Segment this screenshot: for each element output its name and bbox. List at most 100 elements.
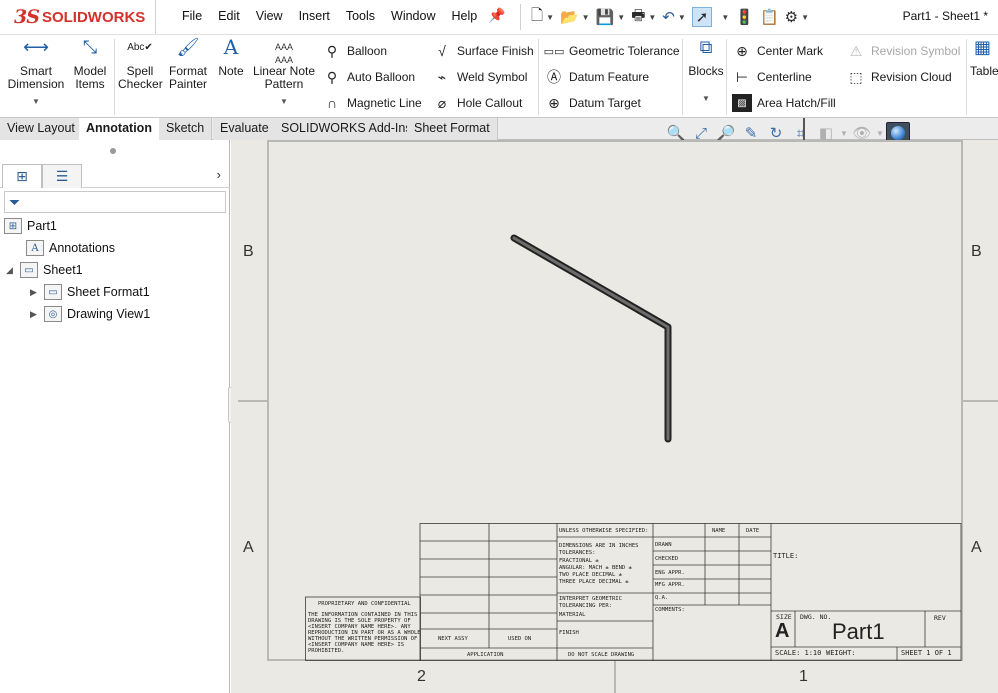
linear-note-pattern-icon: AAA AAA	[274, 42, 293, 65]
chevron-down-icon: ▼	[721, 12, 730, 22]
drawing-view-model[interactable]	[500, 225, 690, 455]
tb-dims: DIMENSIONS ARE IN INCHES	[559, 543, 639, 549]
smart-dimension-icon: ⟷	[23, 37, 49, 57]
spell-check-icon: Abc✔	[127, 42, 153, 53]
tb-dwg-no-label: DWG. NO.	[800, 613, 832, 621]
menu-window[interactable]: Window	[391, 9, 435, 23]
weld-symbol-icon: ⌁	[437, 68, 447, 85]
title-bar: 3S SOLIDWORKS File Edit View Insert Tool…	[0, 0, 998, 34]
pin-menu-icon[interactable]: 📌	[488, 7, 505, 24]
file-properties-button[interactable]: 📋	[760, 8, 779, 26]
new-document-icon: 🗋	[531, 6, 544, 24]
menu-file[interactable]: File	[182, 9, 202, 23]
revision-symbol-button[interactable]: ⚠ Revision Symbol	[846, 42, 961, 60]
weld-symbol-button[interactable]: ⌁ Weld Symbol	[432, 68, 528, 86]
balloon-button[interactable]: ⚲ Balloon	[322, 42, 387, 60]
expand-arrow-icon[interactable]: ▶	[30, 287, 44, 298]
geometric-tolerance-button[interactable]: ▭▭ Geometric Tolerance	[544, 42, 680, 60]
menu-tools[interactable]: Tools	[346, 9, 375, 23]
magnetic-line-button[interactable]: ∩ Magnetic Line	[322, 94, 422, 112]
ribbon-separator	[538, 39, 539, 115]
model-items-button[interactable]: ⤡ Model Items	[70, 38, 110, 91]
tab-view-layout[interactable]: View Layout	[0, 118, 83, 140]
centerline-button[interactable]: ⊢ Centerline	[732, 68, 812, 86]
print-button[interactable]: 🖶 ▼	[631, 5, 656, 30]
property-manager-tab[interactable]: ☰	[42, 164, 82, 188]
chevron-right-icon[interactable]: ›	[217, 167, 221, 182]
undo-button[interactable]: ↶ ▼	[662, 8, 686, 26]
sheet-format-icon: ▭	[44, 284, 62, 300]
tab-solidworks-add-ins[interactable]: SOLIDWORKS Add-Ins	[274, 118, 420, 140]
linear-note-pattern-button[interactable]: AAA AAA Linear Note Pattern ▼	[252, 41, 316, 108]
zone-tick	[614, 661, 616, 693]
tree-item-drawing-view1[interactable]: ▶ ◎ Drawing View1	[30, 306, 150, 322]
area-hatch-button[interactable]: ▨ Area Hatch/Fill	[732, 94, 836, 112]
datum-feature-button[interactable]: Ⓐ Datum Feature	[544, 68, 649, 86]
center-mark-button[interactable]: ⊕ Center Mark	[732, 42, 823, 60]
brand-name: SOLIDWORKS	[41, 8, 146, 26]
traffic-light-icon: 🚦	[735, 9, 754, 26]
tab-evaluate[interactable]: Evaluate	[213, 118, 277, 140]
table-button[interactable]: ▦ Table	[970, 37, 998, 78]
paintbrush-icon: 🖌	[176, 37, 200, 57]
open-button[interactable]: 📂 ▼	[560, 8, 590, 26]
select-dropdown[interactable]: ▼	[718, 13, 729, 22]
tb-three-place: THREE PLACE DECIMAL ±	[559, 579, 629, 585]
menu-view[interactable]: View	[256, 9, 283, 23]
tab-sheet-format[interactable]: Sheet Format	[407, 118, 498, 140]
tb-eng-appr: ENG APPR.	[655, 570, 685, 576]
menu-insert[interactable]: Insert	[299, 9, 330, 23]
model-items-label: Model Items	[73, 64, 107, 91]
chevron-down-icon: ▼	[702, 94, 710, 103]
smart-dimension-label: Smart Dimension	[7, 64, 65, 91]
spell-checker-button[interactable]: Abc✔ Spell Checker	[118, 41, 163, 91]
panel-grip[interactable]	[110, 148, 116, 154]
tree-item-sheet-format1[interactable]: ▶ ▭ Sheet Format1	[30, 284, 150, 300]
center-mark-label: Center Mark	[757, 44, 824, 58]
select-button[interactable]: ➚	[691, 7, 713, 27]
document-title: Part1 - Sheet1 *	[902, 9, 988, 23]
tb-finish: FINISH	[559, 630, 579, 636]
tree-filter[interactable]: ⏷	[4, 191, 226, 213]
revision-cloud-button[interactable]: ⬚ Revision Cloud	[846, 68, 951, 86]
options-button[interactable]: ⚙ ▼	[785, 8, 809, 26]
feature-tree-icon: ⊞	[16, 168, 28, 184]
tree-item-sheet1[interactable]: ◢ ▭ Sheet1	[6, 262, 83, 278]
surface-finish-button[interactable]: √ Surface Finish	[432, 42, 534, 60]
blocks-icon: ⧉	[699, 37, 713, 57]
blocks-button[interactable]: ⧉ Blocks ▼	[688, 37, 724, 105]
tb-title-label: TITLE:	[773, 552, 799, 560]
collapse-arrow-icon[interactable]: ◢	[6, 265, 20, 276]
surface-finish-icon: √	[438, 43, 446, 59]
tab-annotation[interactable]: Annotation	[79, 118, 160, 140]
zone-tick	[963, 400, 998, 402]
command-manager: ⟷ Smart Dimension ▼ ⤡ Model Items Abc✔ S…	[0, 34, 998, 118]
hole-callout-button[interactable]: ⌀ Hole Callout	[432, 94, 523, 112]
menu-edit[interactable]: Edit	[218, 9, 240, 23]
centerline-label: Centerline	[757, 70, 812, 84]
new-document-button[interactable]: 🗋 ▼	[531, 5, 554, 30]
expand-arrow-icon[interactable]: ▶	[30, 309, 44, 320]
tab-sketch[interactable]: Sketch	[159, 118, 213, 140]
feature-manager-tab[interactable]: ⊞	[2, 164, 42, 188]
tb-mfg-appr: MFG APPR.	[655, 582, 685, 588]
tb-next-assy: NEXT ASSY	[438, 636, 468, 642]
note-button[interactable]: A Note	[214, 37, 248, 78]
tree-item-annotations[interactable]: A Annotations	[26, 240, 115, 256]
smart-dimension-button[interactable]: ⟷ Smart Dimension ▼	[6, 37, 66, 108]
datum-target-button[interactable]: ⊕ Datum Target	[544, 94, 641, 112]
tb-comments: COMMENTS:	[655, 607, 685, 613]
tree-item-part1[interactable]: ⊞ Part1	[4, 218, 57, 234]
rebuild-button[interactable]: 🚦	[735, 8, 754, 26]
save-button[interactable]: 💾 ▼	[596, 8, 626, 26]
format-painter-button[interactable]: 🖌 Format Painter	[166, 37, 210, 91]
format-painter-label: Format Painter	[168, 64, 208, 91]
table-icon: ▦	[974, 37, 992, 57]
datum-target-label: Datum Target	[569, 96, 641, 110]
surface-finish-label: Surface Finish	[457, 44, 534, 58]
datum-feature-label: Datum Feature	[569, 70, 650, 84]
auto-balloon-button[interactable]: ⚲ Auto Balloon	[322, 68, 415, 86]
menu-help[interactable]: Help	[452, 9, 478, 23]
solidworks-logo[interactable]: 3S SOLIDWORKS	[0, 0, 156, 34]
gear-icon: ⚙	[784, 9, 799, 26]
